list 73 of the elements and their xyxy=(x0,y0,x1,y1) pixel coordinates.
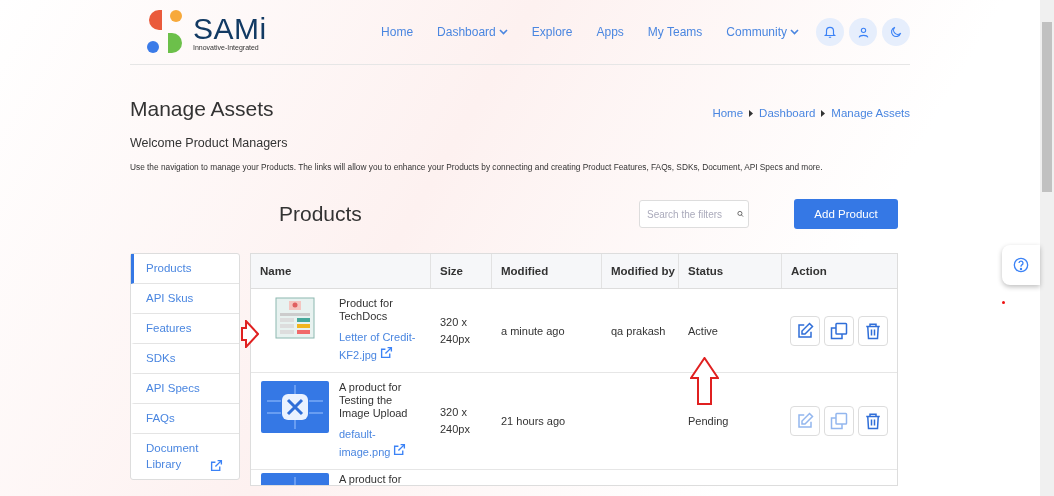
sidebar-item[interactable]: API Skus xyxy=(131,284,239,314)
sidebar-item[interactable]: SDKs xyxy=(131,344,239,374)
page-title: Manage Assets xyxy=(130,97,274,121)
external-link-icon xyxy=(210,459,223,472)
search-input[interactable]: Search the filters xyxy=(647,208,737,220)
column-header: Action xyxy=(790,264,828,279)
logo-name: SAMi xyxy=(193,13,267,44)
nav-link[interactable]: Dashboard xyxy=(425,25,520,39)
moon-button[interactable] xyxy=(882,18,910,46)
delete-button[interactable] xyxy=(858,406,888,436)
nav-link[interactable]: Home xyxy=(369,25,426,39)
nav-link[interactable]: Explore xyxy=(519,25,585,39)
caret-right-icon xyxy=(749,109,754,117)
status-text: Active xyxy=(688,324,718,337)
trash-icon xyxy=(864,412,882,430)
external-link-icon xyxy=(379,346,393,359)
copy-icon xyxy=(830,321,848,340)
sidebar-item[interactable]: Products xyxy=(131,254,239,284)
logo-icon xyxy=(145,10,185,54)
welcome-text: Welcome Product Managers xyxy=(130,136,289,150)
product-name: A product for Testing the Image Upload xyxy=(339,381,409,420)
document-thumbnail xyxy=(275,297,315,339)
column-header: Status xyxy=(679,254,782,288)
moon-icon xyxy=(889,25,903,39)
description-text: Use the navigation to manage your Products. The links will allow you to enhance your Products by connecting and creating Product Features, FAQs, SDKs, Document, API Specs and more. xyxy=(130,162,824,172)
edit-icon xyxy=(796,321,814,340)
dot-mark xyxy=(1002,301,1005,304)
copy-icon xyxy=(830,412,848,430)
search-field[interactable]: Search the filters xyxy=(639,200,749,228)
user-button[interactable] xyxy=(849,18,877,46)
copy-button[interactable] xyxy=(824,315,854,346)
sidebar-item[interactable]: API Specs xyxy=(131,374,239,404)
modified-time: 21 hours ago xyxy=(501,415,566,427)
modified-by-text: qa prakash xyxy=(611,324,666,337)
edit-button[interactable] xyxy=(790,315,820,346)
column-header: Name xyxy=(251,254,431,288)
tools-thumbnail xyxy=(261,381,329,433)
breadcrumb-link[interactable]: Manage Assets xyxy=(831,107,910,119)
nav-link[interactable]: My Teams xyxy=(635,25,715,39)
caret-right-icon xyxy=(821,109,826,117)
size-text: 320 x 240px xyxy=(440,314,471,347)
product-name: Product for TechDocs xyxy=(339,297,394,323)
bell-icon xyxy=(823,25,837,39)
sidebar-item[interactable]: Features xyxy=(131,314,239,344)
size-text: 320 x 240px xyxy=(440,405,471,437)
nav-link[interactable]: Community xyxy=(714,25,811,39)
scrollbar[interactable] xyxy=(1040,0,1054,496)
user-icon xyxy=(856,25,870,39)
column-header: Modified by xyxy=(602,254,679,288)
chevron-down-icon xyxy=(498,29,508,35)
delete-button[interactable] xyxy=(858,315,888,346)
sidebar-item[interactable]: FAQs xyxy=(131,404,239,434)
section-title: Products xyxy=(279,202,362,226)
help-icon xyxy=(1013,257,1029,273)
file-link[interactable]: default-image.png xyxy=(339,426,419,461)
breadcrumb-link[interactable]: Dashboard xyxy=(759,107,816,119)
product-name: A product for xyxy=(339,473,403,485)
help-button[interactable] xyxy=(1002,245,1040,285)
arrow-icon xyxy=(690,357,719,405)
bell-button[interactable] xyxy=(816,18,844,46)
status-text: Pending xyxy=(688,415,729,427)
chevron-down-icon xyxy=(790,29,799,35)
sidebar-item[interactable]: Document Library xyxy=(131,434,239,479)
breadcrumb-link[interactable]: Home xyxy=(712,107,744,119)
modified-time: a minute ago xyxy=(501,324,565,337)
column-header: Size xyxy=(431,254,492,288)
trash-icon xyxy=(864,321,882,340)
column-header: Modified xyxy=(492,254,602,288)
nav-link[interactable]: Apps xyxy=(584,25,636,39)
external-link-icon xyxy=(393,443,407,456)
file-link[interactable]: Letter of Credit-KF2.jpg xyxy=(339,329,419,364)
add-product-button[interactable]: Add Product xyxy=(794,199,898,229)
edit-icon xyxy=(796,412,814,430)
